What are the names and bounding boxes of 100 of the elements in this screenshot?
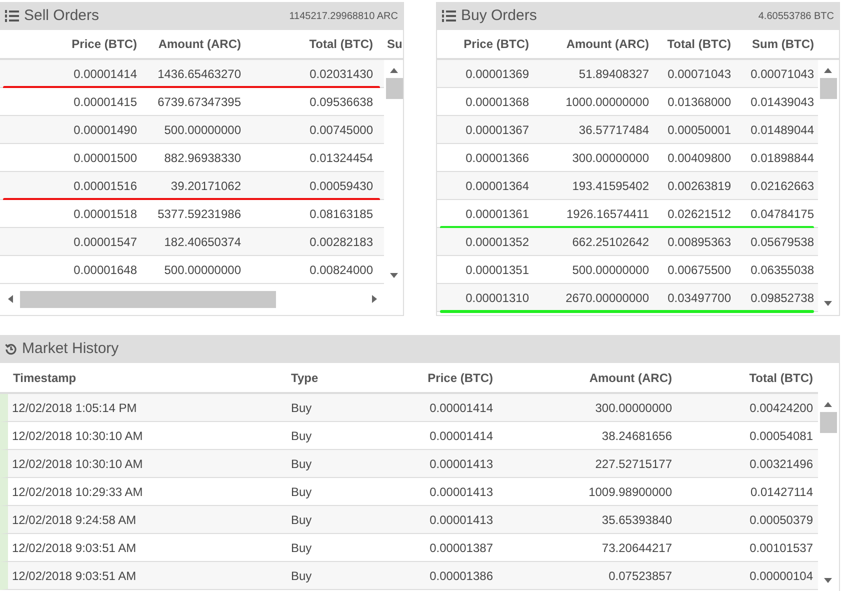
table-cell-text: 0.02162663 [750, 178, 814, 194]
table-cell-text: 0.00321496 [748, 456, 813, 472]
table-cell-text: 662.25102642 [571, 234, 649, 250]
table-cell-text: 0.01439043 [750, 94, 814, 110]
scroll-down-icon[interactable] [824, 301, 832, 306]
scroll-down-icon[interactable] [390, 273, 398, 278]
panel-title: Sell Orders [24, 6, 100, 26]
scroll-thumb[interactable] [820, 78, 836, 99]
table-cell-text: Buy [291, 540, 313, 556]
column-header: Type [291, 370, 320, 386]
table-cell-text: 0.00001368 [464, 94, 529, 110]
table-cell-text: 35.65393840 [600, 512, 672, 528]
table-cell-text: 1000.00000000 [564, 94, 649, 110]
table-cell-text: 0.00054081 [748, 428, 813, 444]
table-cell-text: 0.00001547 [72, 234, 137, 250]
table-cell-text: 0.00001413 [428, 456, 493, 472]
table-cell-text: 12/02/2018 9:03:51 AM [11, 540, 138, 556]
table-cell-text: 0.00001351 [464, 262, 529, 278]
table-cell-text: 0.00001414 [72, 66, 137, 82]
panel-title: Buy Orders [461, 6, 537, 26]
list-icon [5, 10, 19, 22]
table-cell-text: 0.05679538 [750, 234, 814, 250]
table-cell-text: 0.01368000 [666, 94, 731, 110]
scroll-left-icon[interactable] [8, 295, 12, 303]
table-cell-text: 6739.67347395 [156, 94, 241, 110]
scroll-down-icon[interactable] [824, 578, 832, 583]
column-header: Price (BTC) [70, 36, 137, 53]
table-cell-text: 0.00001364 [464, 178, 529, 194]
table-cell-text: 12/02/2018 10:30:10 AM [11, 428, 144, 444]
panel-title: Market History [22, 338, 119, 359]
table-cell-text: 0.00001490 [72, 122, 137, 138]
panel-total: 4.60553786 BTC [758, 10, 834, 24]
table-cell-text: 882.96938330 [163, 150, 241, 166]
table-cell-text: 12/02/2018 10:29:33 AM [11, 484, 144, 500]
scroll-thumb[interactable] [386, 78, 402, 99]
table-cell-text: 12/02/2018 9:03:51 AM [11, 568, 138, 584]
table-cell-text: 5377.59231986 [156, 206, 241, 222]
scroll-up-icon[interactable] [824, 402, 832, 407]
list-icon [442, 10, 456, 22]
table-cell-text: 0.08163185 [308, 206, 373, 222]
table-cell-text: 0.00050001 [666, 122, 731, 138]
table-cell-text: 0.09536638 [308, 94, 373, 110]
table-cell-text: 0.00001518 [72, 206, 137, 222]
table-cell-text: 0.00071043 [750, 66, 814, 82]
history-icon [5, 343, 17, 355]
table-cell-text: 0.00059430 [308, 178, 373, 194]
table-cell-text: Buy [291, 456, 313, 472]
table-cell-text: 1926.16574411 [565, 206, 649, 222]
table-cell-text: 12/02/2018 1:05:14 PM [11, 400, 138, 416]
table-cell-text: 0.00001414 [428, 428, 493, 444]
column-header: Amount (ARC) [565, 36, 649, 53]
table-cell-text: 0.00001386 [428, 568, 493, 584]
table-cell-text: 0.00101537 [748, 540, 813, 556]
table-cell-text: 0.00001415 [72, 94, 137, 110]
table-cell-text: 0.00050379 [748, 512, 813, 528]
table-cell-text: 0.00675500 [666, 262, 731, 278]
table-cell-text: 0.09852738 [750, 290, 814, 306]
table-cell-text: 0.00745000 [308, 122, 373, 138]
column-header: Price (BTC) [426, 370, 493, 386]
table-cell-text: 36.57717484 [578, 122, 649, 138]
table-cell-text: 500.00000000 [163, 122, 241, 138]
panel-total: 1145217.29968810 ARC [289, 10, 398, 24]
table-cell-text: 0.00282183 [308, 234, 373, 250]
table-cell-text: 0.00001367 [464, 122, 529, 138]
table-cell-text: 51.89408327 [578, 66, 649, 82]
table-cell-text: 193.41595402 [571, 178, 649, 194]
table-cell-text: 12/02/2018 10:30:10 AM [11, 456, 144, 472]
table-cell-text: 0.07523857 [608, 568, 672, 584]
table-cell-text: 500.00000000 [571, 262, 649, 278]
scroll-up-icon[interactable] [390, 68, 398, 73]
table-cell-text: 0.00001387 [428, 540, 493, 556]
table-cell-text: 1009.98900000 [588, 484, 672, 500]
table-cell-text: 0.00824000 [308, 262, 373, 278]
table-cell-text: 0.03497700 [666, 290, 731, 306]
table-cell-text: 2670.00000000 [564, 290, 649, 306]
scroll-thumb[interactable] [20, 290, 276, 308]
table-cell-text: 0.01489044 [750, 122, 814, 138]
column-header: Price (BTC) [462, 36, 529, 53]
scroll-thumb[interactable] [820, 412, 836, 433]
table-cell-text: 38.24681656 [600, 428, 672, 444]
column-header: Amount (ARC) [157, 36, 241, 53]
table-cell-text: 1436.65463270 [156, 66, 241, 82]
table-cell-text: 182.40650374 [163, 234, 241, 250]
table-cell-text: 0.00001352 [464, 234, 529, 250]
table-cell-text: 0.06355038 [750, 262, 814, 278]
table-cell-text: 0.02621512 [666, 206, 731, 222]
table-cell-text: 227.52715177 [594, 456, 672, 472]
table-cell-text: Buy [291, 568, 313, 584]
scroll-up-icon[interactable] [824, 68, 832, 73]
table-cell-text: 39.20171062 [170, 178, 241, 194]
column-header: Timestamp [12, 370, 78, 386]
table-cell-text: 0.00424200 [748, 400, 813, 416]
table-cell-text: 0.00001413 [428, 484, 493, 500]
column-header: Sum (BTC) [751, 36, 814, 53]
table-cell-text: 0.00001648 [72, 262, 137, 278]
table-cell-text: Buy [291, 484, 313, 500]
table-cell-text: 0.01427114 [749, 484, 813, 500]
table-cell-text: 300.00000000 [571, 150, 649, 166]
table-cell-text: 0.00001516 [72, 178, 137, 194]
scroll-right-icon[interactable] [372, 295, 376, 303]
